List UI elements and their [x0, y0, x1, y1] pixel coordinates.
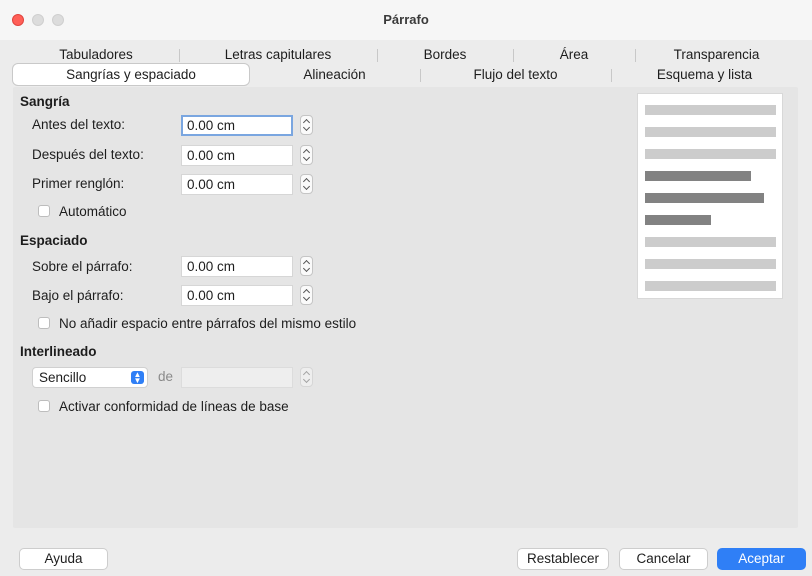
automatic-label: Automático	[59, 204, 127, 219]
preview-line	[645, 281, 776, 291]
spacing-above-input[interactable]: 0.00 cm	[181, 256, 293, 277]
preview-line	[645, 127, 776, 137]
tab-bordes[interactable]: Bordes	[377, 44, 513, 66]
register-true-label: Activar conformidad de líneas de base	[59, 399, 289, 414]
window-title: Párrafo	[383, 12, 429, 27]
line-spacing-selected-value: Sencillo	[39, 370, 87, 385]
preview-line-current	[645, 193, 764, 203]
indent-section-title: Sangría	[20, 94, 70, 109]
tab-alineacion[interactable]: Alineación	[249, 64, 420, 86]
first-line-input[interactable]: 0.00 cm	[181, 174, 293, 195]
tab-esquema-y-lista[interactable]: Esquema y lista	[611, 64, 798, 86]
tab-row-1: Tabuladores Letras capitulares Bordes Ár…	[13, 44, 798, 66]
spacing-section-title: Espaciado	[20, 233, 88, 248]
preview-line-current	[645, 171, 751, 181]
preview-line	[645, 259, 776, 269]
spacing-below-label: Bajo el párrafo:	[32, 288, 124, 303]
no-space-same-style-checkbox[interactable]	[38, 317, 50, 329]
tab-bar: Tabuladores Letras capitulares Bordes Ár…	[13, 40, 798, 86]
no-space-same-style-label: No añadir espacio entre párrafos del mis…	[59, 316, 357, 331]
line-spacing-select[interactable]: Sencillo ▲ ▼	[32, 367, 148, 388]
tab-transparencia[interactable]: Transparencia	[635, 44, 798, 66]
spacing-above-stepper[interactable]	[300, 256, 313, 276]
line-spacing-value-stepper[interactable]	[300, 367, 313, 387]
automatic-checkbox[interactable]	[38, 205, 50, 217]
cancel-button[interactable]: Cancelar	[619, 548, 708, 570]
tab-row-2: Sangrías y espaciado Alineación Flujo de…	[13, 64, 798, 86]
paragraph-dialog: Párrafo Tabuladores Letras capitulares B…	[0, 0, 812, 576]
line-spacing-section-title: Interlineado	[20, 344, 97, 359]
help-button[interactable]: Ayuda	[19, 548, 108, 570]
tab-letras-capitulares[interactable]: Letras capitulares	[179, 44, 377, 66]
reset-button[interactable]: Restablecer	[517, 548, 609, 570]
indent-after-label: Después del texto:	[32, 147, 144, 162]
tab-panel: Sangría Antes del texto: 0.00 cm Después…	[13, 87, 798, 528]
spacing-below-stepper[interactable]	[300, 285, 313, 305]
chevron-up-down-icon: ▲ ▼	[131, 371, 144, 385]
indent-before-label: Antes del texto:	[32, 117, 126, 132]
tab-tabuladores[interactable]: Tabuladores	[13, 44, 179, 66]
spacing-below-input[interactable]: 0.00 cm	[181, 285, 293, 306]
indent-before-stepper[interactable]	[300, 115, 313, 135]
tab-sangrias-y-espaciado[interactable]: Sangrías y espaciado	[13, 64, 249, 85]
preview-line	[645, 237, 776, 247]
line-spacing-value-input[interactable]	[181, 367, 293, 388]
preview-line	[645, 105, 776, 115]
tab-flujo-del-texto[interactable]: Flujo del texto	[420, 64, 611, 86]
first-line-label: Primer renglón:	[32, 176, 125, 191]
preview-line-current	[645, 215, 711, 225]
indent-after-input[interactable]: 0.00 cm	[181, 145, 293, 166]
preview-line	[645, 149, 776, 159]
paragraph-preview	[637, 93, 783, 299]
spacing-above-label: Sobre el párrafo:	[32, 259, 133, 274]
first-line-stepper[interactable]	[300, 174, 313, 194]
indent-before-input[interactable]: 0.00 cm	[181, 115, 293, 136]
title-bar: Párrafo	[0, 0, 812, 40]
line-spacing-of-label: de	[158, 369, 174, 384]
indent-after-stepper[interactable]	[300, 145, 313, 165]
ok-button[interactable]: Aceptar	[717, 548, 806, 570]
register-true-checkbox[interactable]	[38, 400, 50, 412]
tab-area[interactable]: Área	[513, 44, 635, 66]
